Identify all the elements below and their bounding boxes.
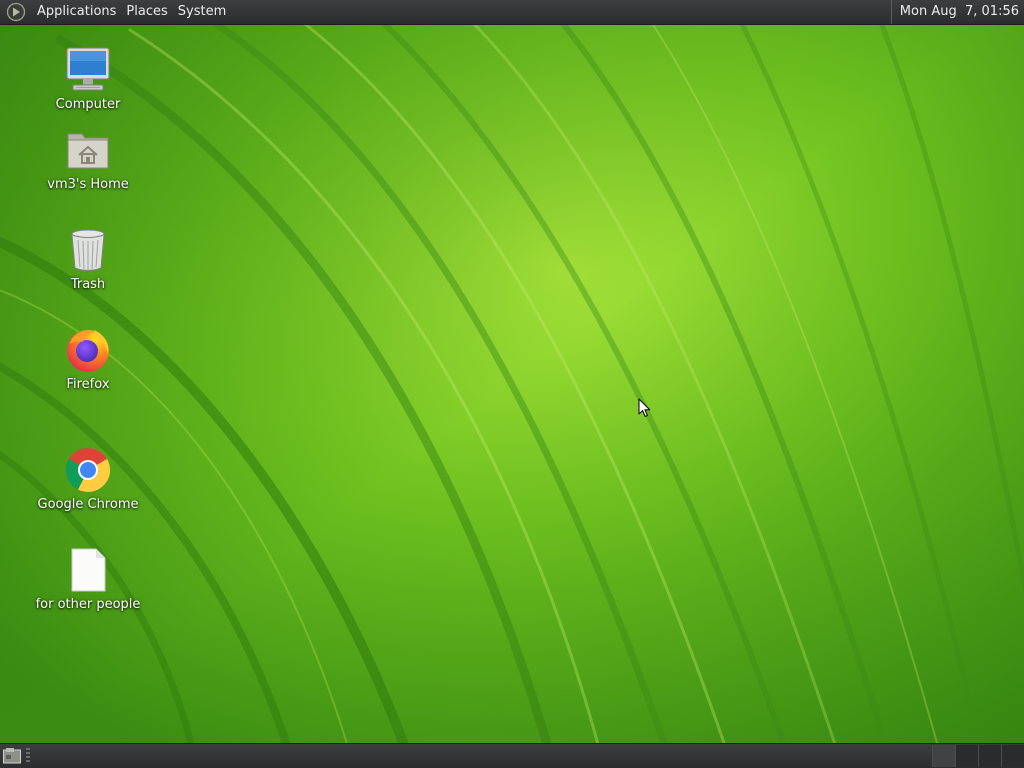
desktop-icon-chrome[interactable]: Google Chrome — [28, 446, 148, 512]
text-file-icon — [71, 548, 106, 592]
firefox-icon — [67, 330, 109, 372]
workspace-switcher — [932, 745, 1024, 767]
system-menu[interactable]: System — [173, 0, 231, 24]
desktop-icon-label: Computer — [55, 97, 121, 112]
applications-menu[interactable]: Applications — [32, 0, 121, 24]
bottom-panel — [0, 743, 1024, 768]
desktop-icon-trash[interactable]: Trash — [28, 226, 148, 292]
desktop-icon-label: Trash — [70, 277, 106, 292]
desktop-screen: Applications Places System Mon Aug 7, 01… — [0, 0, 1024, 768]
workspace-2[interactable] — [955, 745, 978, 767]
computer-icon — [66, 47, 110, 91]
distro-logo-icon[interactable] — [6, 2, 26, 22]
workspace-4[interactable] — [1001, 745, 1024, 767]
workspace-3[interactable] — [978, 745, 1001, 767]
chrome-icon — [66, 448, 110, 493]
workspace-1[interactable] — [932, 745, 955, 767]
desktop-icon-firefox[interactable]: Firefox — [28, 326, 148, 392]
desktop-icon-label: for other people — [35, 597, 141, 612]
show-desktop-icon[interactable] — [2, 747, 22, 765]
desktop-icon-label: vm3's Home — [47, 177, 129, 192]
top-panel: Applications Places System Mon Aug 7, 01… — [0, 0, 1024, 25]
desktop-icon-computer[interactable]: Computer — [28, 46, 148, 112]
mouse-cursor-icon — [638, 398, 651, 418]
wallpaper — [0, 0, 1024, 768]
desktop-icon-label: Google Chrome — [37, 497, 139, 512]
desktop-icon-home[interactable]: vm3's Home — [28, 126, 148, 192]
desktop-icon-label: Firefox — [66, 377, 110, 392]
panel-menu-bar: Applications Places System — [4, 0, 231, 24]
home-folder-icon — [67, 133, 109, 169]
panel-handle[interactable] — [26, 748, 30, 764]
clock[interactable]: Mon Aug 7, 01:56 — [890, 0, 1024, 24]
places-menu[interactable]: Places — [121, 0, 172, 24]
trash-icon — [71, 229, 105, 271]
desktop-icon-text-file[interactable]: for other people — [28, 546, 148, 612]
